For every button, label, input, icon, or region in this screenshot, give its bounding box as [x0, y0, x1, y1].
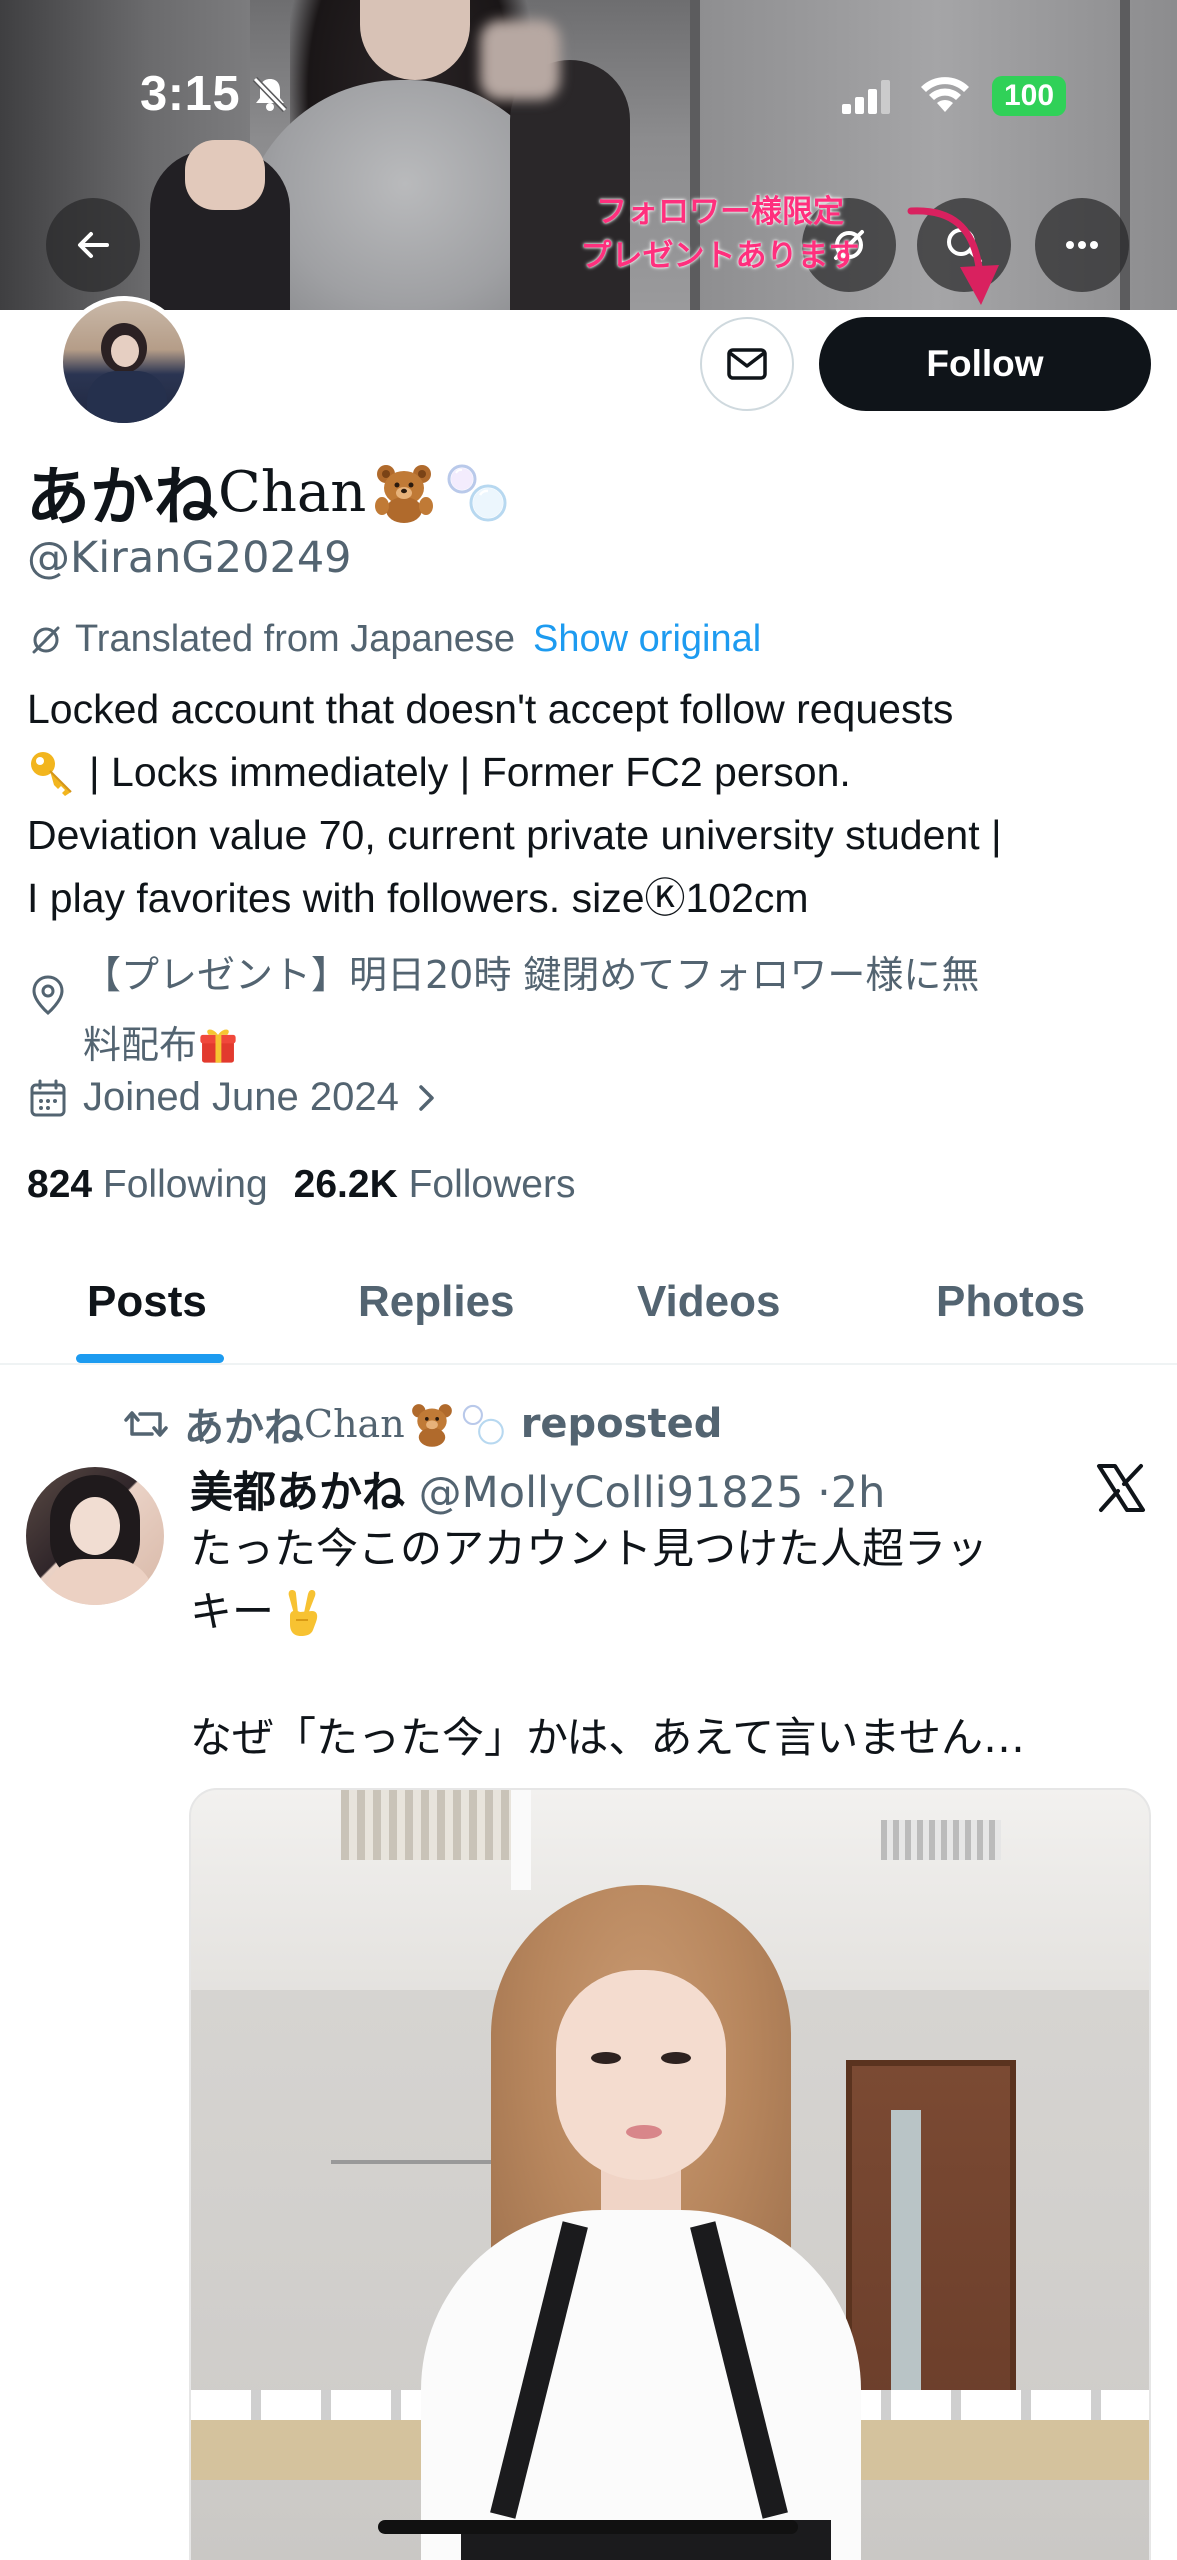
joined-text: Joined June 2024 — [83, 1075, 399, 1119]
photo-ceiling-vent — [341, 1790, 511, 1860]
photo-person-top — [421, 2210, 861, 2560]
tab-posts[interactable]: Posts — [87, 1277, 207, 1327]
repost-icon — [124, 1411, 168, 1437]
location-line: 料配布 — [83, 1000, 1083, 1070]
following-count: 824 — [27, 1163, 93, 1206]
avatar-face — [70, 1497, 120, 1555]
active-tab-indicator — [76, 1354, 224, 1363]
following-link[interactable]: 824 Following — [27, 1163, 268, 1206]
location-text: 【プレゼント】明日20時 鍵閉めてフォロワー様に無 料配布 — [83, 950, 1083, 1070]
profile-location: 【プレゼント】明日20時 鍵閉めてフォロワー様に無 料配布 — [27, 950, 1127, 1070]
bio-line: Deviation value 70, current private univ… — [27, 812, 1002, 858]
key-icon — [31, 751, 72, 796]
reposted-label: reposted — [520, 1401, 723, 1447]
post-text[interactable]: たった今このアカウント見つけた人超ラッ キー なぜ「たった今」かは、あえて言いま… — [190, 1517, 1150, 1769]
repost-header[interactable]: あかね Chan reposted — [122, 1395, 722, 1453]
chevron-right-icon — [419, 1084, 434, 1111]
display-name-en: Chan — [218, 459, 367, 525]
more-horizontal-icon — [1066, 241, 1098, 249]
following-label: Following — [102, 1163, 268, 1206]
photo-door-glass — [891, 2110, 921, 2400]
post-text-line: たった今このアカウント見つけた人超ラッ — [190, 1524, 989, 1573]
tab-videos[interactable]: Videos — [637, 1277, 780, 1327]
translated-label: Translated from Japanese — [75, 618, 516, 660]
translate-icon — [32, 626, 60, 653]
banner-promo-text: フォロワー様限定 プレゼントあります — [560, 190, 880, 278]
calendar-icon — [30, 1079, 66, 1116]
post-author-avatar[interactable] — [26, 1467, 164, 1605]
followers-label: Followers — [408, 1163, 576, 1206]
post-text-line: なぜ「たった今」かは、あえて言いません… — [190, 1713, 1025, 1762]
post-header[interactable]: 美都あかね @MollyColli91825 ·2h — [190, 1458, 885, 1520]
bio-line: | Locks immediately | Former FC2 person. — [27, 741, 1167, 804]
photo-ceiling-light — [511, 1790, 531, 1890]
follow-stats: 824 Following 26.2K Followers — [27, 1163, 575, 1207]
bio-line: I play favorites with followers. sizeⓀ10… — [27, 875, 809, 921]
status-time: 3:15 — [140, 67, 241, 121]
follow-button[interactable]: Follow — [819, 317, 1151, 411]
post-text-segment: キー — [190, 1587, 275, 1636]
message-button[interactable] — [700, 317, 794, 411]
joined-date[interactable]: Joined June 2024 — [27, 1075, 443, 1120]
tab-photos[interactable]: Photos — [936, 1277, 1085, 1327]
victory-hand-icon — [288, 1589, 318, 1636]
bubbles-icon — [447, 464, 507, 522]
promo-text-line: プレゼントあります — [580, 238, 860, 274]
followers-link[interactable]: 26.2K Followers — [294, 1163, 576, 1206]
teddy-bear-icon — [375, 465, 434, 523]
avatar-face — [111, 335, 139, 367]
avatar-body — [87, 371, 167, 423]
arrow-left-icon — [78, 232, 109, 258]
display-name: あかね Chan — [26, 446, 514, 538]
post-text-line: キー — [190, 1580, 1150, 1643]
location-pin-icon — [32, 975, 64, 1015]
photo-person-eye — [661, 2052, 691, 2064]
profile-avatar[interactable] — [58, 296, 190, 428]
bio-text: | Locks immediately | Former FC2 person. — [89, 749, 851, 795]
reposter-name-jp: あかね — [184, 1405, 304, 1451]
avatar-body — [44, 1559, 154, 1605]
status-bar: 3:15 100 — [0, 0, 1177, 190]
profile-handle: @KiranG20249 — [27, 533, 352, 583]
profile-screen: 3:15 100 フォロワー様限定 プレゼントあります Follow あかね C… — [0, 0, 1177, 2560]
display-name-jp: あかね — [26, 461, 218, 535]
followers-count: 26.2K — [293, 1163, 398, 1206]
post-media-image[interactable] — [189, 1788, 1151, 2560]
x-logo-icon — [1097, 1464, 1145, 1512]
post-time: 2h — [830, 1468, 886, 1518]
post-author-handle: @MollyColli91825 — [418, 1468, 804, 1518]
promo-text-line: フォロワー様限定 — [596, 194, 844, 230]
home-indicator[interactable] — [378, 2520, 798, 2534]
bubbles-icon — [462, 1404, 504, 1445]
battery-indicator: 100 — [992, 76, 1066, 116]
translation-notice: Translated from Japanese Show original — [27, 618, 761, 661]
profile-bio: Locked account that doesn't accept follo… — [27, 678, 1167, 930]
profile-tabs: Posts Replies Videos Photos — [0, 1255, 1177, 1365]
photo-person-face — [556, 1970, 726, 2180]
bio-line: Locked account that doesn't accept follo… — [27, 686, 954, 732]
teddy-bear-icon — [411, 1404, 452, 1447]
more-options-button[interactable] — [1035, 198, 1129, 292]
gift-icon — [200, 1029, 236, 1063]
back-button[interactable] — [46, 198, 140, 292]
photo-ceiling-vent — [881, 1820, 1001, 1860]
promo-arrow-icon — [907, 207, 999, 305]
photo-person-eye — [591, 2052, 621, 2064]
post-text-blank — [190, 1643, 1150, 1706]
location-line: 【プレゼント】明日20時 鍵閉めてフォロワー様に無 — [83, 953, 980, 997]
envelope-icon — [727, 348, 767, 380]
bell-slash-icon — [252, 76, 288, 113]
wifi-icon — [921, 77, 969, 112]
cellular-signal-icon — [842, 80, 890, 114]
post-separator: · — [817, 1468, 831, 1518]
tab-replies[interactable]: Replies — [358, 1277, 515, 1327]
show-original-link[interactable]: Show original — [533, 618, 761, 661]
photo-person-lips — [626, 2125, 662, 2139]
reposter-name-en: Chan — [304, 1402, 405, 1446]
post-author-name: 美都あかね — [190, 1468, 405, 1518]
location-line-text: 料配布 — [83, 1023, 198, 1067]
